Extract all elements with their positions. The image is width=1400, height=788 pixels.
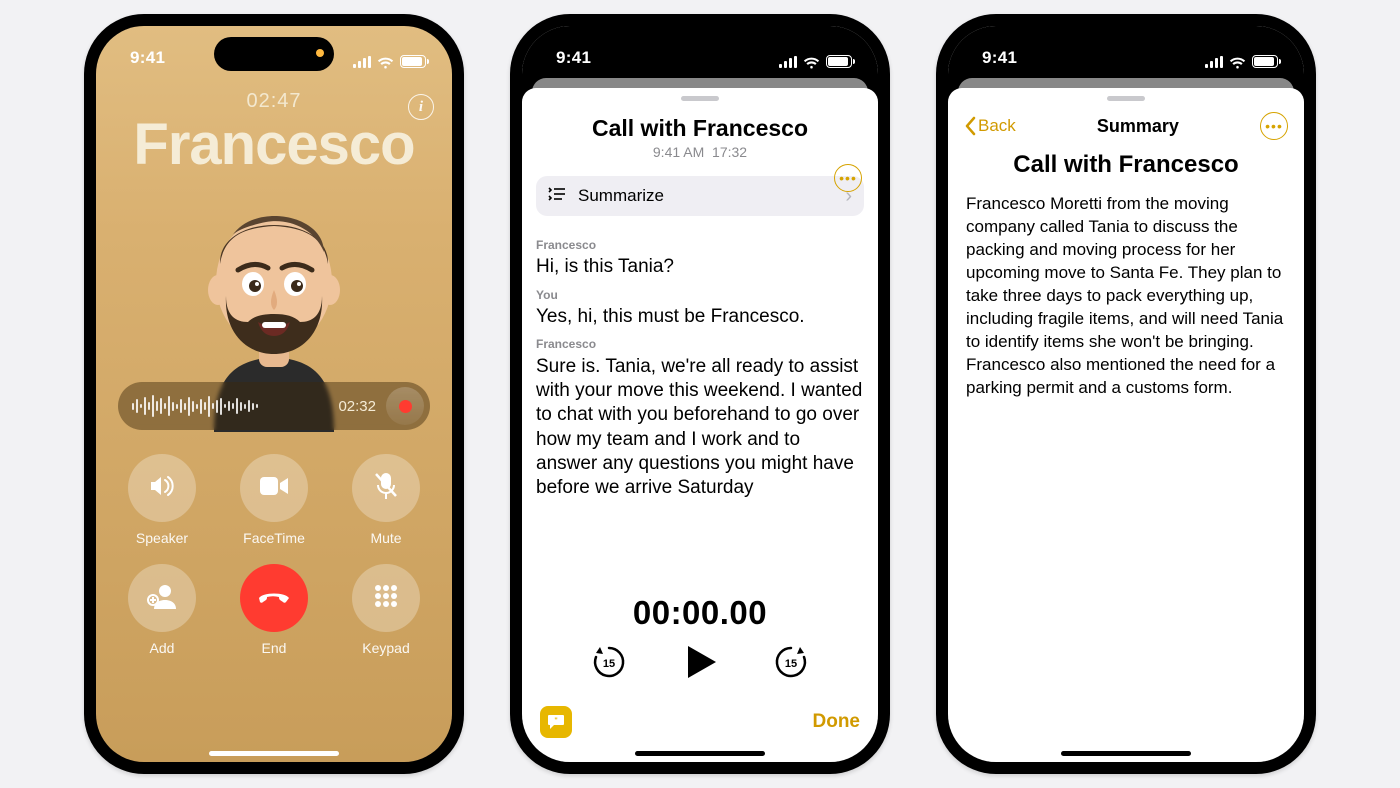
skip-back-15-button[interactable]: 15 (590, 643, 628, 681)
wifi-icon (1229, 55, 1246, 68)
skip-forward-15-button[interactable]: 15 (772, 643, 810, 681)
facetime-button[interactable]: FaceTime (240, 454, 308, 546)
mute-icon (373, 471, 399, 506)
sheet-title: Call with Francesco (522, 115, 878, 142)
wifi-icon (377, 55, 394, 68)
transcript-sheet: ••• Call with Francesco 9:41 AM 17:32 Su… (522, 88, 878, 762)
wifi-icon (803, 55, 820, 68)
status-bar: 9:41 (96, 26, 452, 68)
home-indicator[interactable] (635, 751, 765, 756)
battery-icon (400, 55, 426, 68)
add-person-icon (146, 582, 178, 615)
sheet-meta: 9:41 AM 17:32 (522, 144, 878, 160)
svg-text:": " (554, 718, 557, 725)
transcript-icon-button[interactable]: " (540, 706, 572, 738)
more-button[interactable]: ••• (1260, 112, 1288, 140)
svg-text:15: 15 (785, 658, 797, 670)
speaker-icon (147, 471, 177, 506)
hangup-icon (257, 588, 291, 609)
playhead-time: 00:00.00 (522, 594, 878, 632)
battery-icon (826, 55, 852, 68)
record-button[interactable] (386, 387, 424, 425)
home-indicator[interactable] (1061, 751, 1191, 756)
summary-title: Call with Francesco (948, 151, 1304, 179)
waveform-icon (132, 395, 328, 417)
summary-sheet: Back Summary ••• Call with Francesco Fra… (948, 88, 1304, 762)
dynamic-island (1066, 37, 1186, 71)
info-icon[interactable]: i (408, 94, 434, 120)
more-button[interactable]: ••• (834, 164, 862, 192)
done-button[interactable]: Done (813, 711, 861, 733)
cellular-icon (779, 56, 797, 68)
phone-call-screen: 9:41 i 02:47 Francesco (84, 14, 464, 774)
video-icon (259, 475, 289, 502)
summary-body: Francesco Moretti from the moving compan… (948, 179, 1304, 399)
svg-text:15: 15 (603, 658, 615, 670)
cellular-icon (353, 56, 371, 68)
mute-button[interactable]: Mute (352, 454, 420, 546)
play-button[interactable] (680, 642, 720, 682)
dynamic-island (640, 37, 760, 71)
phone-transcript-screen: 9:41 ••• Call with Francesco 9:41 AM 17:… (510, 14, 890, 774)
audio-player: 00:00.00 15 15 (522, 588, 878, 684)
caller-name: Francesco (96, 111, 452, 178)
end-call-button[interactable]: End (240, 564, 308, 656)
keypad-button[interactable]: Keypad (352, 564, 420, 656)
dynamic-island (214, 37, 334, 71)
nav-title: Summary (1097, 116, 1179, 137)
home-indicator[interactable] (209, 751, 339, 756)
battery-icon (1252, 55, 1278, 68)
call-duration: 02:47 (96, 90, 452, 113)
cellular-icon (1205, 56, 1223, 68)
add-button[interactable]: Add (128, 564, 196, 656)
call-controls: Speaker FaceTime Mute Add End Keypad (122, 454, 426, 656)
status-bar: 9:41 (522, 26, 878, 68)
back-button[interactable]: Back (964, 116, 1016, 136)
summarize-icon (548, 186, 566, 207)
speaker-button[interactable]: Speaker (128, 454, 196, 546)
sheet-grabber[interactable] (681, 96, 719, 101)
recording-pill[interactable]: 02:32 (118, 382, 430, 430)
status-bar: 9:41 (948, 26, 1304, 68)
keypad-icon (373, 583, 399, 614)
summarize-button[interactable]: Summarize › (536, 176, 864, 216)
recording-time: 02:32 (338, 398, 376, 415)
phone-summary-screen: 9:41 Back Summary ••• (936, 14, 1316, 774)
